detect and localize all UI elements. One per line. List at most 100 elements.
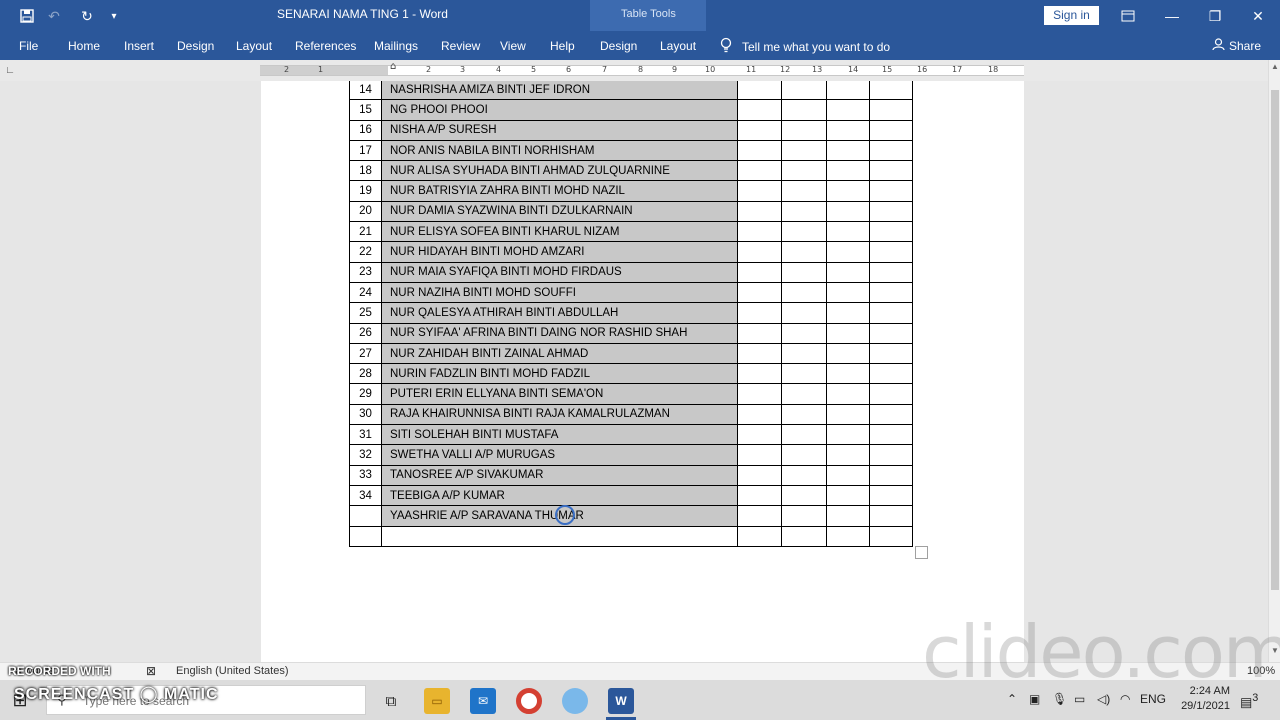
table-row[interactable]: 17 NOR ANIS NABILA BINTI NORHISHAM bbox=[349, 139, 913, 162]
scroll-up-icon[interactable]: ▲ bbox=[1271, 62, 1279, 71]
language-indicator-tray[interactable]: ENG bbox=[1140, 692, 1166, 706]
tab-review[interactable]: Review bbox=[441, 39, 480, 53]
table-resize-handle[interactable] bbox=[915, 546, 928, 559]
empty-mark-cell[interactable] bbox=[737, 383, 782, 405]
student-name-cell[interactable]: RAJA KHAIRUNNISA BINTI RAJA KAMALRULAZMA… bbox=[381, 403, 738, 426]
share-button[interactable]: Share bbox=[1212, 38, 1261, 54]
chrome-icon[interactable] bbox=[516, 688, 542, 714]
battery-icon[interactable]: ▭ bbox=[1074, 692, 1085, 706]
student-name-cell[interactable]: NOR ANIS NABILA BINTI NORHISHAM bbox=[381, 139, 738, 162]
empty-mark-cell[interactable] bbox=[869, 424, 913, 446]
student-name-cell[interactable]: NUR HIDAYAH BINTI MOHD AMZARI bbox=[381, 241, 738, 263]
row-number-cell[interactable]: 34 bbox=[349, 484, 382, 507]
mail-icon[interactable]: ✉ bbox=[470, 688, 496, 714]
empty-mark-cell[interactable] bbox=[737, 160, 782, 182]
empty-mark-cell[interactable] bbox=[737, 99, 782, 121]
scrollbar-thumb[interactable] bbox=[1271, 90, 1279, 590]
empty-mark-cell[interactable] bbox=[869, 484, 913, 507]
row-number-cell[interactable]: 20 bbox=[349, 200, 382, 223]
row-number-cell[interactable]: 31 bbox=[349, 424, 382, 446]
student-name-cell[interactable]: PUTERI ERIN ELLYANA BINTI SEMA'ON bbox=[381, 383, 738, 405]
empty-mark-cell[interactable] bbox=[781, 81, 827, 101]
empty-mark-cell[interactable] bbox=[781, 525, 827, 547]
table-row[interactable]: 33 TANOSREE A/P SIVAKUMAR bbox=[349, 464, 913, 486]
empty-mark-cell[interactable] bbox=[869, 383, 913, 405]
row-number-cell[interactable]: 30 bbox=[349, 403, 382, 426]
empty-mark-cell[interactable] bbox=[826, 424, 870, 446]
empty-mark-cell[interactable] bbox=[869, 221, 913, 243]
microphone-icon[interactable]: 🎙 bbox=[1052, 692, 1067, 706]
student-name-cell[interactable]: NUR ELISYA SOFEA BINTI KHARUL NIZAM bbox=[381, 221, 738, 243]
empty-mark-cell[interactable] bbox=[737, 484, 782, 507]
tab-help[interactable]: Help bbox=[550, 39, 575, 53]
student-name-cell[interactable]: NASHRISHA AMIZA BINTI JEF IDRON bbox=[381, 81, 738, 101]
empty-mark-cell[interactable] bbox=[781, 160, 827, 182]
empty-mark-cell[interactable] bbox=[869, 403, 913, 426]
student-name-cell[interactable]: SITI SOLEHAH BINTI MUSTAFA bbox=[381, 424, 738, 446]
empty-mark-cell[interactable] bbox=[869, 261, 913, 283]
empty-mark-cell[interactable] bbox=[826, 281, 870, 304]
row-number-cell[interactable]: 33 bbox=[349, 464, 382, 486]
empty-mark-cell[interactable] bbox=[826, 139, 870, 162]
empty-mark-cell[interactable] bbox=[781, 180, 827, 202]
empty-mark-cell[interactable] bbox=[781, 119, 827, 141]
empty-mark-cell[interactable] bbox=[737, 464, 782, 486]
student-name-cell[interactable]: NUR SYIFAA' AFRINA BINTI DAING NOR RASHI… bbox=[381, 322, 738, 344]
empty-mark-cell[interactable] bbox=[826, 484, 870, 507]
empty-mark-cell[interactable] bbox=[737, 424, 782, 446]
row-number-cell[interactable] bbox=[349, 505, 382, 527]
table-row[interactable]: 27 NUR ZAHIDAH BINTI ZAINAL AHMAD bbox=[349, 342, 913, 365]
row-number-cell[interactable]: 15 bbox=[349, 99, 382, 121]
empty-mark-cell[interactable] bbox=[826, 221, 870, 243]
sign-in-button[interactable]: Sign in bbox=[1044, 6, 1099, 25]
student-name-cell[interactable]: NUR QALESYA ATHIRAH BINTI ABDULLAH bbox=[381, 302, 738, 324]
volume-icon[interactable]: ◁) bbox=[1097, 692, 1110, 706]
empty-mark-cell[interactable] bbox=[826, 464, 870, 486]
empty-mark-cell[interactable] bbox=[737, 525, 782, 547]
empty-mark-cell[interactable] bbox=[737, 221, 782, 243]
empty-mark-cell[interactable] bbox=[737, 180, 782, 202]
empty-mark-cell[interactable] bbox=[826, 81, 870, 101]
task-view-icon[interactable]: ⧉ bbox=[378, 688, 404, 714]
document-page[interactable]: 14 NASHRISHA AMIZA BINTI JEF IDRON 15 NG PH… bbox=[261, 81, 1024, 662]
file-explorer-icon[interactable]: ▭ bbox=[424, 688, 450, 714]
empty-mark-cell[interactable] bbox=[826, 525, 870, 547]
table-row[interactable]: 24 NUR NAZIHA BINTI MOHD SOUFFI bbox=[349, 281, 913, 304]
empty-mark-cell[interactable] bbox=[826, 505, 870, 527]
save-icon[interactable] bbox=[17, 6, 37, 26]
empty-mark-cell[interactable] bbox=[781, 444, 827, 466]
language-indicator[interactable]: English (United States) bbox=[176, 665, 289, 677]
close-icon[interactable]: ✕ bbox=[1248, 6, 1268, 26]
table-row[interactable]: 28 NURIN FADZLIN BINTI MOHD FADZIL bbox=[349, 363, 913, 385]
student-name-cell[interactable]: NUR ALISA SYUHADA BINTI AHMAD ZULQUARNIN… bbox=[381, 160, 738, 182]
empty-mark-cell[interactable] bbox=[826, 119, 870, 141]
table-row[interactable]: 20 NUR DAMIA SYAZWINA BINTI DZULKARNAIN bbox=[349, 200, 913, 223]
empty-mark-cell[interactable] bbox=[781, 241, 827, 263]
table-row[interactable]: 14 NASHRISHA AMIZA BINTI JEF IDRON bbox=[349, 81, 913, 101]
ribbon-display-options-icon[interactable] bbox=[1118, 6, 1138, 26]
empty-mark-cell[interactable] bbox=[737, 200, 782, 223]
restore-icon[interactable]: ❐ bbox=[1205, 6, 1225, 26]
empty-mark-cell[interactable] bbox=[737, 281, 782, 304]
tab-view[interactable]: View bbox=[500, 39, 526, 53]
empty-mark-cell[interactable] bbox=[869, 241, 913, 263]
table-row[interactable]: 26 NUR SYIFAA' AFRINA BINTI DAING NOR RAS… bbox=[349, 322, 913, 344]
tab-table-design[interactable]: Design bbox=[600, 39, 637, 53]
table-row[interactable]: 23 NUR MAIA SYAFIQA BINTI MOHD FIRDAUS bbox=[349, 261, 913, 283]
empty-mark-cell[interactable] bbox=[781, 342, 827, 365]
row-number-cell[interactable]: 26 bbox=[349, 322, 382, 344]
tab-insert[interactable]: Insert bbox=[124, 39, 154, 53]
empty-mark-cell[interactable] bbox=[737, 363, 782, 385]
empty-mark-cell[interactable] bbox=[737, 81, 782, 101]
student-name-cell[interactable]: TEEBIGA A/P KUMAR bbox=[381, 484, 738, 507]
empty-mark-cell[interactable] bbox=[826, 200, 870, 223]
table-row[interactable] bbox=[349, 525, 913, 547]
table-row[interactable]: 16 NISHA A/P SURESH bbox=[349, 119, 913, 141]
row-number-cell[interactable] bbox=[349, 525, 382, 547]
row-number-cell[interactable]: 14 bbox=[349, 81, 382, 101]
row-number-cell[interactable]: 19 bbox=[349, 180, 382, 202]
empty-mark-cell[interactable] bbox=[737, 119, 782, 141]
empty-mark-cell[interactable] bbox=[826, 302, 870, 324]
row-number-cell[interactable]: 29 bbox=[349, 383, 382, 405]
empty-mark-cell[interactable] bbox=[781, 484, 827, 507]
